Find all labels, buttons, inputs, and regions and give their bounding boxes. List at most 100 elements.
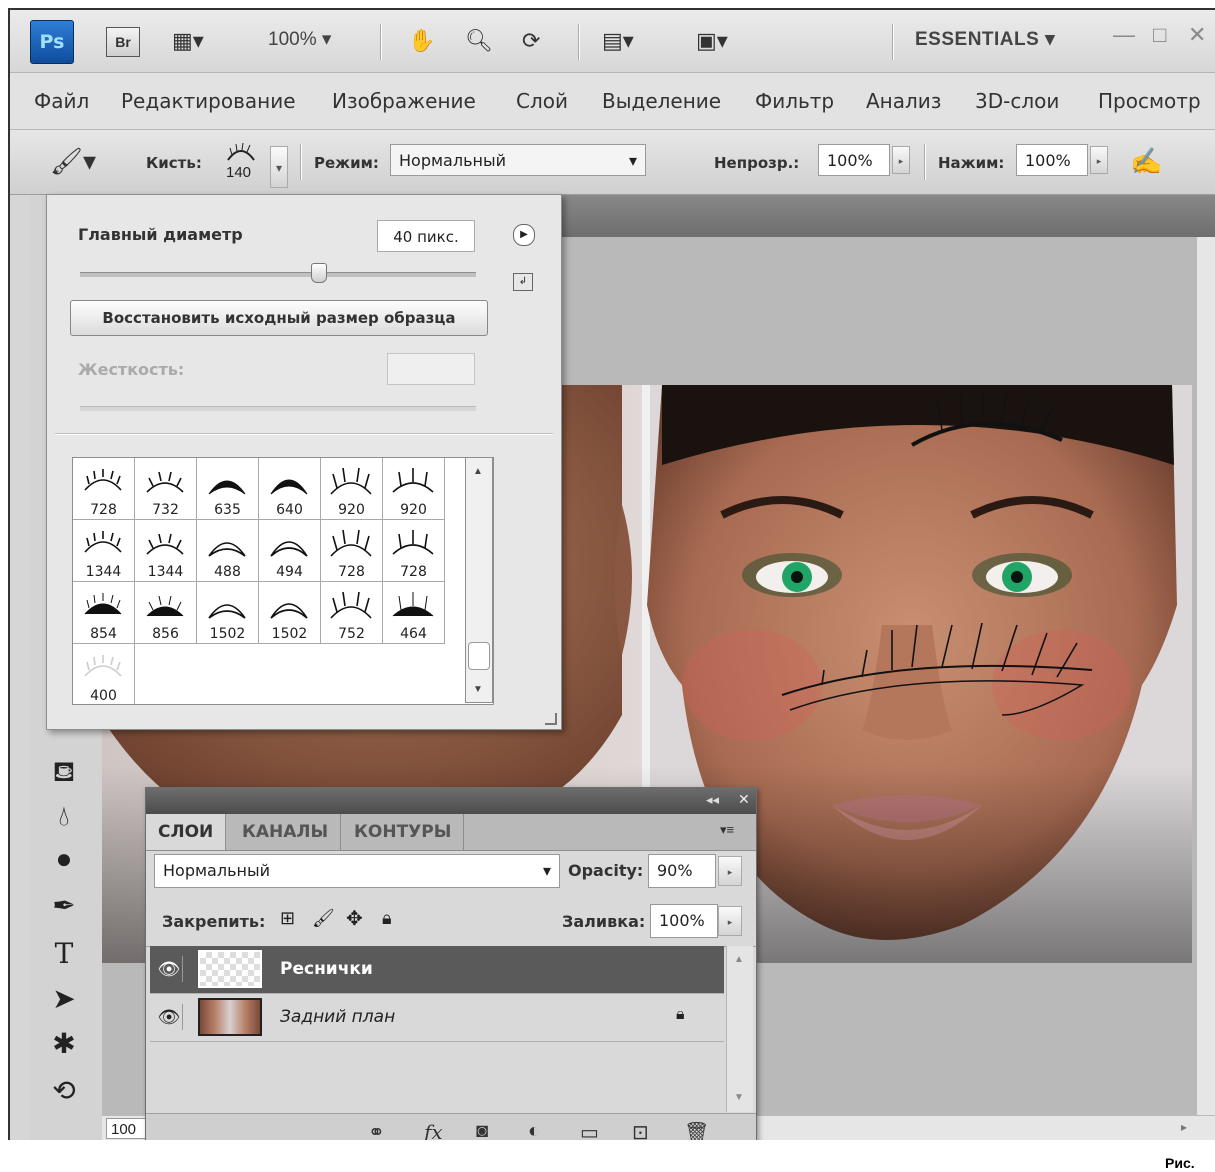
brush-preset[interactable]: 752 (321, 582, 383, 644)
panel-close-icon[interactable]: ✕ (738, 791, 750, 808)
brush-preset[interactable]: 1344 (135, 520, 197, 582)
tab-paths[interactable]: КОНТУРЫ (342, 814, 465, 850)
bridge-button[interactable]: Br (106, 27, 140, 57)
visibility-eye-icon[interactable]: 👁︎ (156, 956, 183, 982)
brush-preset[interactable]: 640 (259, 458, 321, 520)
hand-tool-icon[interactable]: ✋ (408, 26, 435, 56)
menu-select[interactable]: Выделение (602, 89, 721, 113)
menu-layer[interactable]: Слой (516, 89, 568, 113)
layer-row-background[interactable]: 👁︎ Задний план 🔒︎ (150, 994, 724, 1042)
zoom-level[interactable]: 100% ▾ (268, 28, 331, 51)
close-icon[interactable]: ✕ (1188, 22, 1206, 48)
adjustment-layer-icon[interactable]: ◐ (528, 1120, 540, 1140)
tab-channels[interactable]: КАНАЛЫ (230, 814, 342, 850)
layer-row-eyelashes[interactable]: 👁︎ Реснички (150, 946, 724, 994)
brush-picker-menu-icon[interactable]: ▶ (513, 224, 535, 246)
new-layer-icon[interactable]: ⊡ (632, 1120, 649, 1140)
scroll-thumb[interactable] (468, 642, 490, 670)
scroll-down-icon[interactable]: ▼ (473, 684, 483, 695)
brush-preset[interactable]: 856 (135, 582, 197, 644)
collapse-icon[interactable]: ◂◂ (706, 792, 719, 808)
fill-field[interactable]: 100% (650, 904, 718, 938)
menu-filter[interactable]: Фильтр (755, 89, 834, 113)
flow-slider-button[interactable]: ▸ (1090, 146, 1108, 174)
vertical-scrollbar[interactable] (1197, 237, 1215, 1115)
fill-slider-button[interactable]: ▸ (718, 906, 742, 936)
maximize-icon[interactable]: □ (1153, 22, 1166, 48)
brush-preset[interactable]: 854 (73, 582, 135, 644)
add-mask-icon[interactable]: ◙ (476, 1120, 488, 1140)
layer-style-icon[interactable]: fx (424, 1120, 443, 1140)
layer-opacity-field[interactable]: 90% (648, 854, 716, 888)
brush-preset[interactable]: 400 (73, 644, 135, 704)
brush-preview[interactable]: 140 (224, 140, 258, 184)
brush-preset[interactable]: 635 (197, 458, 259, 520)
lock-all-icon[interactable]: 🔒︎ (382, 908, 392, 929)
airbrush-icon[interactable]: ✍ (1130, 146, 1162, 176)
diameter-slider-thumb[interactable] (310, 263, 327, 283)
mode-select[interactable]: Нормальный ▾ (390, 144, 646, 176)
opacity-slider-button[interactable]: ▸ (892, 146, 910, 174)
brush-preset[interactable]: 920 (383, 458, 445, 520)
new-group-icon[interactable]: ▭ (580, 1120, 599, 1140)
lock-pixels-icon[interactable]: 🖌︎ (312, 908, 335, 929)
reset-sample-size-button[interactable]: Восстановить исходный размер образца (70, 300, 488, 336)
status-zoom-field[interactable]: 100 (106, 1118, 146, 1139)
resize-grip-icon[interactable] (545, 713, 557, 725)
menu-image[interactable]: Изображение (332, 89, 476, 113)
layers-panel-titlebar[interactable]: ◂◂ ✕ (146, 788, 756, 814)
brush-preset[interactable]: 728 (383, 520, 445, 582)
scroll-right-icon[interactable]: ▸ (1181, 1120, 1187, 1134)
lock-transparency-icon[interactable]: ⊞ (280, 908, 295, 929)
type-tool-icon[interactable]: T (36, 933, 92, 975)
opacity-field[interactable]: 100% (818, 144, 890, 176)
blend-mode-select[interactable]: Нормальный ▾ (154, 854, 560, 888)
minimize-icon[interactable]: — (1113, 22, 1135, 48)
3d-rotate-icon[interactable]: ⟲ (36, 1070, 92, 1112)
menu-file[interactable]: Файл (34, 89, 89, 113)
menu-view[interactable]: Просмотр (1098, 89, 1201, 113)
layer-opacity-slider-button[interactable]: ▸ (718, 856, 742, 886)
brush-preset[interactable]: 728 (321, 520, 383, 582)
scroll-down-icon[interactable]: ▼ (734, 1092, 744, 1103)
brush-preset[interactable]: 494 (259, 520, 321, 582)
brush-preset[interactable]: 728 (73, 458, 135, 520)
brush-preset[interactable]: 488 (197, 520, 259, 582)
menu-3d[interactable]: 3D-слои (975, 89, 1059, 113)
diameter-field[interactable]: 40 пикс. (377, 220, 475, 252)
scroll-up-icon[interactable]: ▲ (473, 466, 483, 477)
new-preset-icon[interactable]: ↲ (513, 273, 533, 291)
workspace-switcher[interactable]: ESSENTIALS ▾ (915, 28, 1055, 51)
brush-preset[interactable]: 1344 (73, 520, 135, 582)
lock-position-icon[interactable]: ✥ (346, 906, 363, 931)
panel-menu-icon[interactable]: ▾≡ (720, 822, 734, 838)
dodge-tool-icon[interactable]: ● (36, 838, 92, 880)
brush-picker-toggle[interactable]: ▾ (270, 146, 288, 188)
menu-analysis[interactable]: Анализ (866, 89, 941, 113)
menu-edit[interactable]: Редактирование (121, 89, 296, 113)
tab-layers[interactable]: СЛОИ (146, 814, 227, 850)
brush-preset[interactable]: 464 (383, 582, 445, 644)
view-extras-icon[interactable]: ▦▾ (172, 26, 204, 56)
brush-tool-preset-icon[interactable]: 🖌▾ (50, 146, 96, 176)
layers-scrollbar[interactable]: ▲ ▼ (726, 946, 753, 1112)
scroll-up-icon[interactable]: ▲ (734, 954, 744, 965)
diameter-slider[interactable] (80, 272, 476, 277)
brush-preset[interactable]: 1502 (259, 582, 321, 644)
screen-mode-icon[interactable]: ▣▾ (696, 26, 728, 56)
zoom-tool-icon[interactable]: 🔍︎ (465, 26, 493, 56)
brush-preset[interactable]: 1502 (197, 582, 259, 644)
link-layers-icon[interactable]: ⚭ (368, 1120, 385, 1140)
flow-field[interactable]: 100% (1016, 144, 1088, 176)
visibility-eye-icon[interactable]: 👁︎ (156, 1004, 183, 1030)
custom-shape-icon[interactable]: ✱ (36, 1023, 92, 1065)
brush-grid-scrollbar[interactable]: ▲ ▼ (465, 457, 493, 703)
delete-layer-icon[interactable]: 🗑︎ (684, 1120, 709, 1140)
brush-preset[interactable]: 732 (135, 458, 197, 520)
path-selection-icon[interactable]: ➤ (36, 978, 92, 1020)
rotate-view-icon[interactable]: ⟳ (522, 26, 540, 56)
pen-tool-icon[interactable]: ✒ (36, 885, 92, 927)
paint-bucket-icon[interactable]: ⛾ (36, 751, 92, 793)
brush-preset[interactable]: 920 (321, 458, 383, 520)
blur-tool-icon[interactable]: 💧︎ (36, 795, 92, 837)
